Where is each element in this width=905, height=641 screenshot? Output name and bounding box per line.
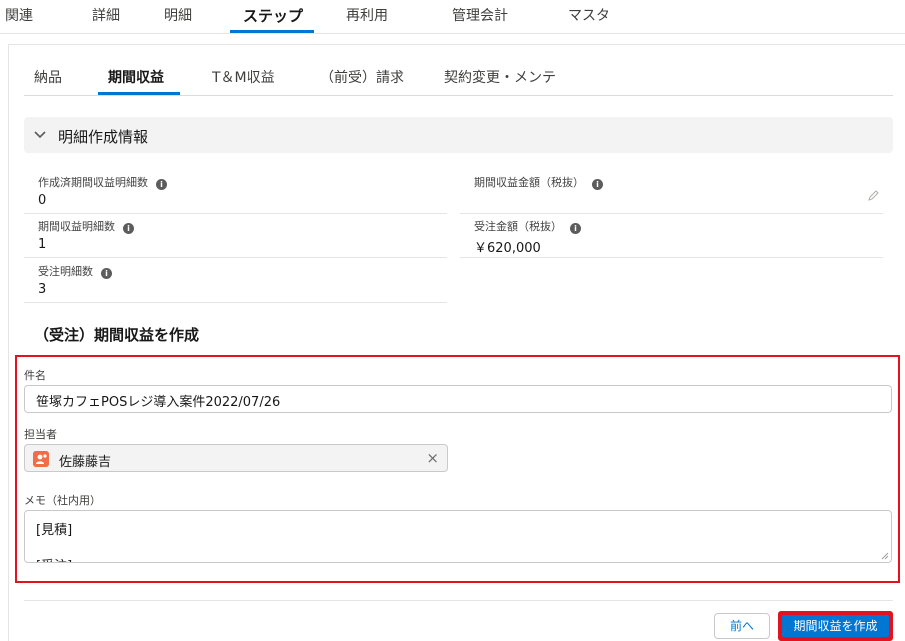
- tab-management-accounting[interactable]: 管理会計: [452, 5, 508, 25]
- field-value: 0: [38, 193, 47, 208]
- subtab-period-revenue[interactable]: 期間収益: [108, 67, 164, 87]
- subtab-advance-billing[interactable]: （前受）請求: [320, 67, 404, 87]
- field-created-count: 作成済期間収益明細数 i 0: [24, 174, 447, 214]
- info-icon[interactable]: i: [123, 223, 134, 234]
- subtab-tm-revenue[interactable]: T＆M収益: [212, 67, 275, 87]
- chevron-down-icon: [34, 131, 46, 139]
- field-revenue-count: 期間収益明細数 i 1: [24, 218, 447, 258]
- owner-label: 担当者: [24, 428, 57, 441]
- section-title: 明細作成情報: [58, 128, 149, 146]
- subject-input[interactable]: 笹塚カフェPOSレジ導入案件2022/07/26: [24, 385, 892, 413]
- field-label: 期間収益金額（税抜）: [474, 176, 584, 189]
- field-label: 期間収益明細数: [38, 220, 115, 233]
- form-heading: （受注）期間収益を作成: [34, 326, 200, 344]
- info-icon[interactable]: i: [156, 179, 167, 190]
- subtab-contract-change[interactable]: 契約変更・メンテ: [444, 67, 556, 87]
- resize-handle-icon[interactable]: [881, 552, 889, 560]
- memo-textarea[interactable]: [見積] [受注]: [24, 510, 892, 563]
- step-sub-tabs: 納品 期間収益 T＆M収益 （前受）請求 契約変更・メンテ: [24, 58, 893, 96]
- field-label: 受注明細数: [38, 265, 93, 278]
- create-revenue-form: 件名 笹塚カフェPOSレジ導入案件2022/07/26 担当者 佐藤藤吉 × メ…: [15, 355, 900, 583]
- owner-lookup[interactable]: 佐藤藤吉 ×: [24, 444, 448, 472]
- field-value: ￥620,000: [474, 241, 541, 256]
- tab-line-items[interactable]: 明細: [164, 5, 192, 25]
- field-label: 作成済期間収益明細数: [38, 176, 148, 189]
- field-order-amount: 受注金額（税抜） i ￥620,000: [460, 218, 883, 258]
- close-icon[interactable]: ×: [426, 450, 439, 466]
- record-tabs: 関連 詳細 明細 ステップ 再利用 管理会計 マスタ: [0, 0, 905, 34]
- tab-steps[interactable]: ステップ: [243, 5, 303, 26]
- field-order-count: 受注明細数 i 3: [24, 263, 447, 303]
- pencil-icon[interactable]: [867, 190, 879, 202]
- user-icon: [33, 451, 49, 467]
- memo-line: [受注]: [36, 555, 72, 562]
- active-tab-indicator: [230, 30, 314, 33]
- subject-label: 件名: [24, 369, 46, 382]
- info-icon[interactable]: i: [592, 179, 603, 190]
- info-icon[interactable]: i: [570, 223, 581, 234]
- info-icon[interactable]: i: [101, 268, 112, 279]
- create-revenue-button[interactable]: 期間収益を作成: [782, 615, 889, 637]
- subtab-delivery[interactable]: 納品: [34, 67, 62, 87]
- field-value: 1: [38, 237, 47, 252]
- footer-divider: [24, 600, 893, 601]
- previous-button[interactable]: 前へ: [714, 613, 770, 639]
- tab-master[interactable]: マスタ: [568, 5, 610, 25]
- create-revenue-button-frame[interactable]: 期間収益を作成: [778, 611, 893, 641]
- field-label: 受注金額（税抜）: [474, 220, 562, 233]
- tab-related[interactable]: 関連: [5, 5, 33, 25]
- active-subtab-indicator: [98, 92, 180, 95]
- field-revenue-amount: 期間収益金額（税抜） i: [460, 174, 883, 214]
- tab-reuse[interactable]: 再利用: [346, 5, 388, 25]
- owner-name: 佐藤藤吉: [59, 455, 112, 470]
- memo-line: [見積]: [36, 523, 73, 538]
- memo-label: メモ（社内用）: [24, 494, 101, 507]
- tab-details[interactable]: 詳細: [92, 5, 120, 25]
- field-value: 3: [38, 282, 47, 297]
- section-header[interactable]: 明細作成情報: [24, 117, 893, 153]
